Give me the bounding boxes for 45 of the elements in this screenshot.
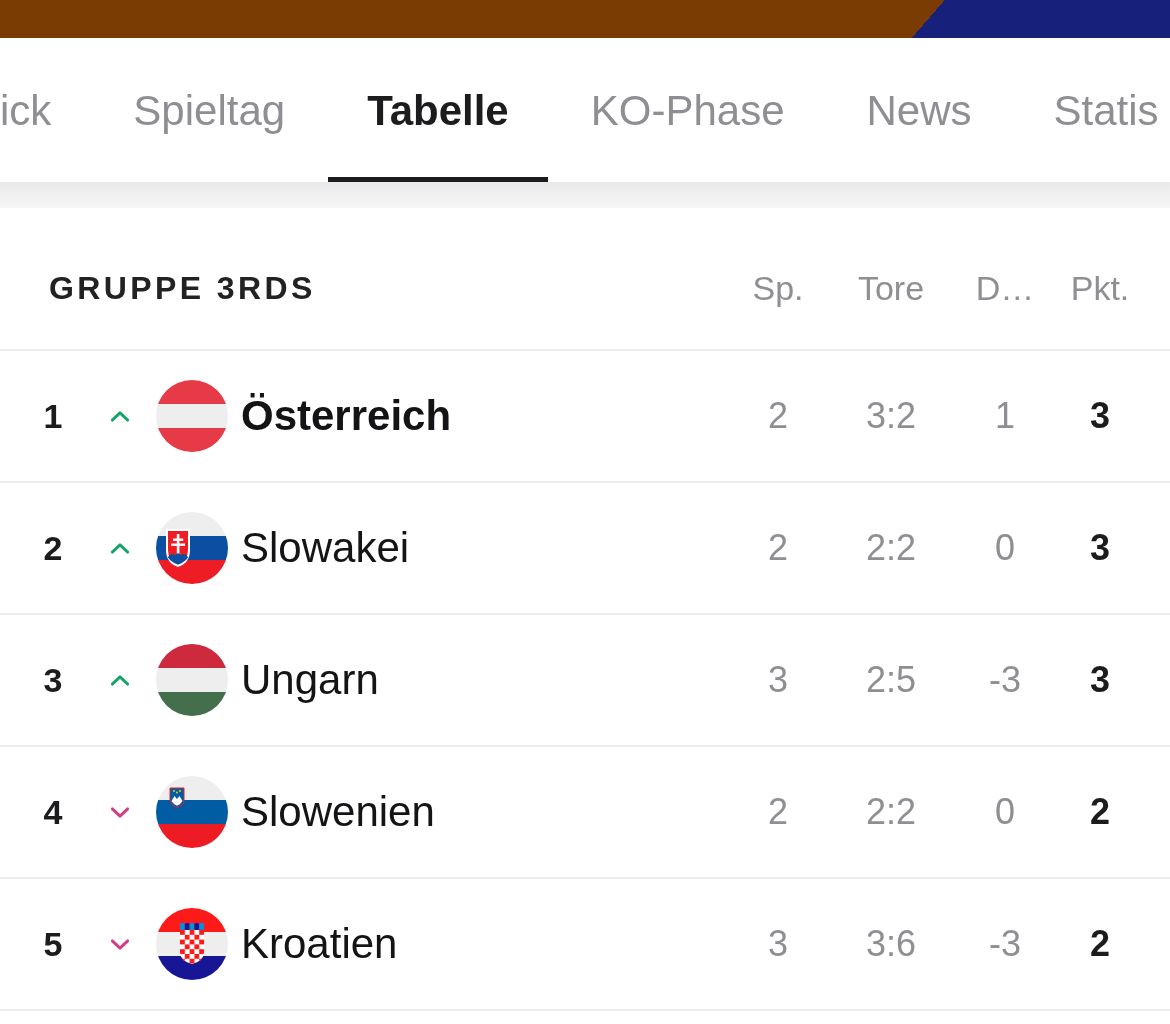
- slovenia-flag-icon: [156, 776, 228, 848]
- team-name: Slowenien: [241, 788, 435, 836]
- difference-cell: 1: [995, 395, 1015, 437]
- tab[interactable]: Spieltag: [94, 38, 325, 182]
- goals-cell: 3:6: [865, 923, 916, 965]
- group-title: GRUPPE 3RDS: [49, 270, 316, 307]
- goals-cell: 2:2: [865, 527, 916, 569]
- played-cell: 2: [768, 791, 788, 833]
- points-cell: 2: [1090, 923, 1110, 965]
- difference-cell: 0: [995, 527, 1015, 569]
- croatia-flag-icon: [156, 908, 228, 980]
- played-cell: 3: [768, 659, 788, 701]
- team-name: Kroatien: [241, 920, 398, 968]
- team-name: Ungarn: [241, 656, 379, 704]
- tab[interactable]: KO-Phase: [551, 38, 824, 182]
- tab[interactable]: Statis: [1014, 38, 1170, 182]
- tab[interactable]: News: [827, 38, 1011, 182]
- rank-number: 5: [43, 924, 63, 964]
- difference-cell: -3: [989, 923, 1021, 965]
- column-header: D…: [975, 269, 1035, 308]
- goals-cell: 2:2: [865, 791, 916, 833]
- austria-flag-icon: [156, 380, 228, 452]
- points-cell: 3: [1090, 527, 1110, 569]
- rank-number: 1: [43, 396, 63, 436]
- team-name: Slowakei: [241, 524, 410, 572]
- points-cell: 3: [1090, 395, 1110, 437]
- column-header: Pkt.: [1070, 269, 1130, 308]
- hungary-flag-icon: [156, 644, 228, 716]
- column-header: Sp.: [752, 269, 804, 308]
- team-name: Österreich: [241, 392, 452, 440]
- played-cell: 3: [768, 923, 788, 965]
- goals-cell: 2:5: [865, 659, 916, 701]
- column-header: Tore: [857, 269, 925, 308]
- played-cell: 2: [768, 527, 788, 569]
- tab[interactable]: ick: [0, 38, 91, 182]
- played-cell: 2: [768, 395, 788, 437]
- slovakia-flag-icon: [156, 512, 228, 584]
- rank-number: 4: [43, 792, 63, 832]
- rank-number: 2: [43, 528, 63, 568]
- goals-cell: 3:2: [865, 395, 916, 437]
- points-cell: 3: [1090, 659, 1110, 701]
- points-cell: 2: [1090, 791, 1110, 833]
- difference-cell: 0: [995, 791, 1015, 833]
- difference-cell: -3: [989, 659, 1021, 701]
- rank-number: 3: [43, 660, 63, 700]
